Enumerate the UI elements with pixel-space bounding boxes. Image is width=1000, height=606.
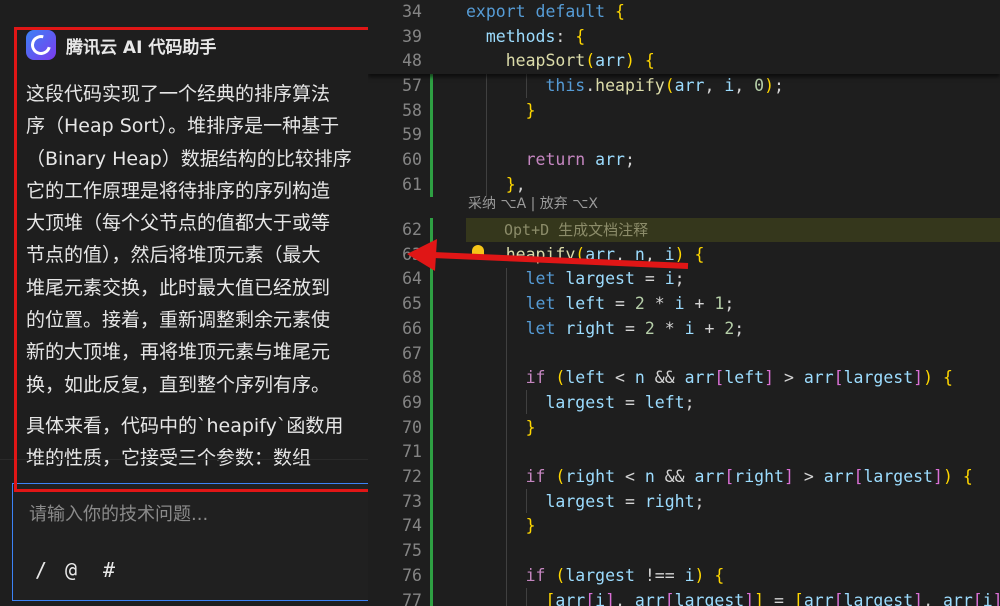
sticky-scroll-header[interactable]: 34 export default {39 methods: {48 heapSo… — [368, 0, 1000, 74]
assistant-message: 这段代码实现了一个经典的排序算法 序（Heap Sort）。堆排序是一种基于 （Bi… — [26, 78, 368, 475]
message-paragraph-2: 具体来看，代码中的`heapify`函数用 堆的性质，它接受三个参数：数组 — [26, 410, 368, 475]
line-number: 66 — [402, 318, 422, 338]
line-number: 76 — [402, 565, 422, 585]
code-text[interactable]: if (left < n && arr[left] > arr[largest]… — [466, 366, 953, 391]
chat-header: 腾讯云 AI 代码助手 — [26, 28, 216, 62]
line-number: 71 — [402, 442, 422, 462]
code-line[interactable]: 39 methods: { — [368, 25, 1000, 50]
code-line[interactable]: 67 — [368, 342, 1000, 367]
annotation-arrow — [407, 239, 689, 271]
message-line: 序（Heap Sort）。堆排序是一种基于 — [26, 115, 340, 138]
line-number: 65 — [402, 294, 422, 314]
code-line[interactable]: 76 if (largest !== i) { — [368, 564, 1000, 589]
code-line[interactable]: 59 — [368, 123, 1000, 148]
line-number: 75 — [402, 541, 422, 561]
code-line[interactable]: 72 if (right < n && arr[right] > arr[lar… — [368, 465, 1000, 490]
code-line[interactable]: 75 — [368, 539, 1000, 564]
code-line[interactable]: 60 return arr; — [368, 148, 1000, 173]
message-line: 新的大顶堆，再将堆顶元素与堆尾元 — [26, 341, 331, 364]
code-line[interactable]: 61 }, — [368, 173, 1000, 198]
message-line: （Binary Heap）数据结构的比较排序 — [26, 147, 352, 170]
code-text[interactable]: } — [466, 514, 536, 539]
code-line[interactable]: 70 } — [368, 416, 1000, 441]
message-line: 这段代码实现了一个经典的排序算法 — [26, 83, 331, 105]
code-text[interactable]: this.heapify(arr, i, 0); — [466, 74, 783, 99]
code-line[interactable]: 68 if (left < n && arr[left] > arr[large… — [368, 366, 1000, 391]
code-line[interactable]: 74 } — [368, 514, 1000, 539]
code-editor[interactable]: 34 export default {39 methods: {48 heapSo… — [368, 0, 1000, 606]
divider — [0, 459, 368, 460]
slash-command-button[interactable]: / — [35, 558, 47, 582]
line-number: 48 — [402, 51, 422, 71]
message-line: 堆尾元素交换，此时最大值已经放到 — [26, 276, 331, 299]
code-line[interactable]: 48 heapSort(arr) { — [368, 49, 1000, 74]
line-number: 72 — [402, 467, 422, 486]
code-text[interactable]: let left = 2 * i + 1; — [466, 292, 735, 317]
code-text[interactable]: methods: { — [466, 25, 585, 50]
assistant-logo-icon — [26, 30, 56, 60]
line-number: 59 — [402, 125, 422, 145]
code-text[interactable]: largest = right; — [466, 490, 704, 515]
message-paragraph-1: 这段代码实现了一个经典的排序算法 序（Heap Sort）。堆排序是一种基于 （Bi… — [26, 78, 368, 401]
mention-button[interactable]: @ — [65, 558, 77, 582]
code-text[interactable]: heapSort(arr) { — [466, 49, 655, 74]
code-line[interactable]: 77 [arr[i], arr[largest]] = [arr[largest… — [368, 589, 1000, 606]
code-text[interactable]: export default { — [466, 0, 625, 25]
line-number: 67 — [402, 343, 422, 363]
code-text[interactable]: if (right < n && arr[right] > arr[larges… — [466, 465, 973, 490]
line-number: 61 — [402, 174, 422, 194]
line-number: 68 — [402, 368, 422, 388]
code-line[interactable]: 66 let right = 2 * i + 2; — [368, 317, 1000, 342]
line-number: 34 — [402, 2, 422, 21]
message-line: 的位置。接着，重新调整剩余元素使 — [26, 309, 331, 332]
ai-suggestion-codelens[interactable]: 采纳 ⌥A | 放弃 ⌥X — [468, 193, 598, 213]
message-line: 节点的值），然后将堆顶元素（最大 — [26, 244, 321, 267]
line-number: 58 — [402, 100, 422, 120]
code-line[interactable]: 65 let left = 2 * i + 1; — [368, 292, 1000, 317]
message-line: 具体来看，代码中的`heapify`函数用 — [26, 414, 344, 437]
code-text[interactable]: } — [466, 99, 536, 124]
hash-reference-button[interactable]: # — [103, 558, 115, 582]
code-text[interactable]: largest = left; — [466, 391, 694, 416]
line-number: 73 — [402, 491, 422, 511]
code-line[interactable]: 69 largest = left; — [368, 391, 1000, 416]
line-number: 69 — [402, 392, 422, 412]
code-text[interactable]: } — [466, 416, 536, 441]
message-line: 换，如此反复，直到整个序列有序。 — [26, 373, 331, 396]
code-text[interactable]: [arr[i], arr[largest]] = [arr[largest], … — [466, 589, 1000, 606]
message-line: 大顶堆（每个父节点的值都大于或等 — [26, 212, 331, 235]
code-line[interactable]: 34 export default { — [368, 0, 1000, 25]
code-text[interactable]: if (largest !== i) { — [466, 564, 725, 589]
code-line[interactable]: 71 — [368, 440, 1000, 465]
code-line[interactable]: 57 this.heapify(arr, i, 0); — [368, 74, 1000, 99]
ai-chat-panel: 腾讯云 AI 代码助手 这段代码实现了一个经典的排序算法 序（Heap Sort）… — [0, 0, 368, 606]
line-number: 70 — [402, 417, 422, 437]
line-number: 57 — [402, 76, 422, 95]
line-number: 39 — [402, 26, 422, 46]
chat-title: 腾讯云 AI 代码助手 — [66, 37, 217, 58]
input-placeholder: 请输入你的技术问题... — [29, 504, 209, 525]
code-text[interactable]: return arr; — [466, 148, 635, 173]
code-line[interactable]: 73 largest = right; — [368, 490, 1000, 515]
message-line: 它的工作原理是将待排序的序列构造 — [26, 179, 331, 202]
code-text[interactable]: let right = 2 * i + 2; — [466, 317, 745, 342]
line-number: 60 — [402, 150, 422, 170]
question-input[interactable]: 请输入你的技术问题... / @ # — [12, 483, 368, 601]
line-number: 74 — [402, 516, 422, 536]
line-number: 77 — [402, 590, 422, 606]
code-line[interactable]: 58 } — [368, 99, 1000, 124]
